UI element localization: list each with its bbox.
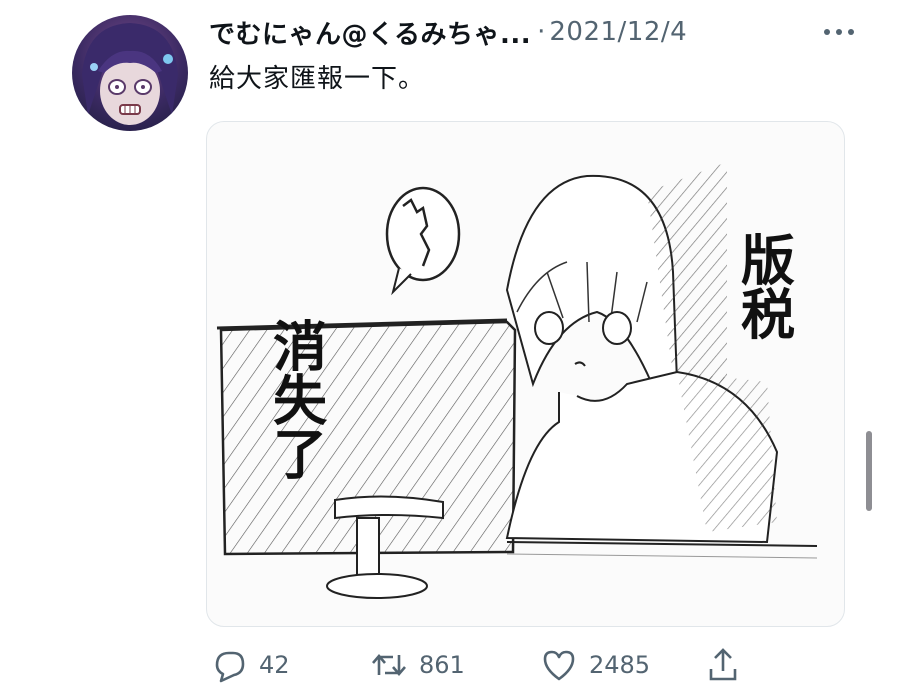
girl-drawing xyxy=(505,162,818,559)
retweet-count: 861 xyxy=(419,651,465,679)
separator-dot: · xyxy=(537,17,546,47)
heart-icon xyxy=(539,645,579,685)
avatar[interactable] xyxy=(72,15,188,131)
reply-count: 42 xyxy=(259,651,290,679)
display-name[interactable]: でむにゃん@くるみちゃ... xyxy=(209,14,531,51)
timestamp[interactable]: 2021/12/4 xyxy=(549,17,687,47)
reply-button[interactable]: 42 xyxy=(209,640,290,690)
caption-right: 版税 xyxy=(732,232,795,340)
retweet-icon xyxy=(369,645,409,685)
scrollbar[interactable] xyxy=(866,431,872,511)
like-button[interactable]: 2485 xyxy=(539,640,650,690)
retweet-button[interactable]: 861 xyxy=(369,640,465,690)
like-count: 2485 xyxy=(589,651,651,679)
monitor-drawing xyxy=(216,318,517,599)
share-button[interactable] xyxy=(703,640,743,690)
more-horizontal-icon[interactable] xyxy=(819,22,859,42)
tweet-text: 給大家匯報一下。 xyxy=(209,64,426,94)
speech-bubble-drawing xyxy=(385,186,461,296)
action-bar: 42 861 2485 xyxy=(209,640,769,690)
share-icon xyxy=(703,645,743,685)
caption-left: 消失了 xyxy=(264,318,327,480)
tweet-header: でむにゃん@くるみちゃ... · 2021/12/4 xyxy=(209,12,859,52)
reply-bubble-icon xyxy=(209,645,249,685)
tweet-card[interactable]: でむにゃん@くるみちゃ... · 2021/12/4 給大家匯報一下。 版税 消… xyxy=(0,0,917,699)
media-image[interactable]: 版税 消失了 xyxy=(206,121,845,627)
